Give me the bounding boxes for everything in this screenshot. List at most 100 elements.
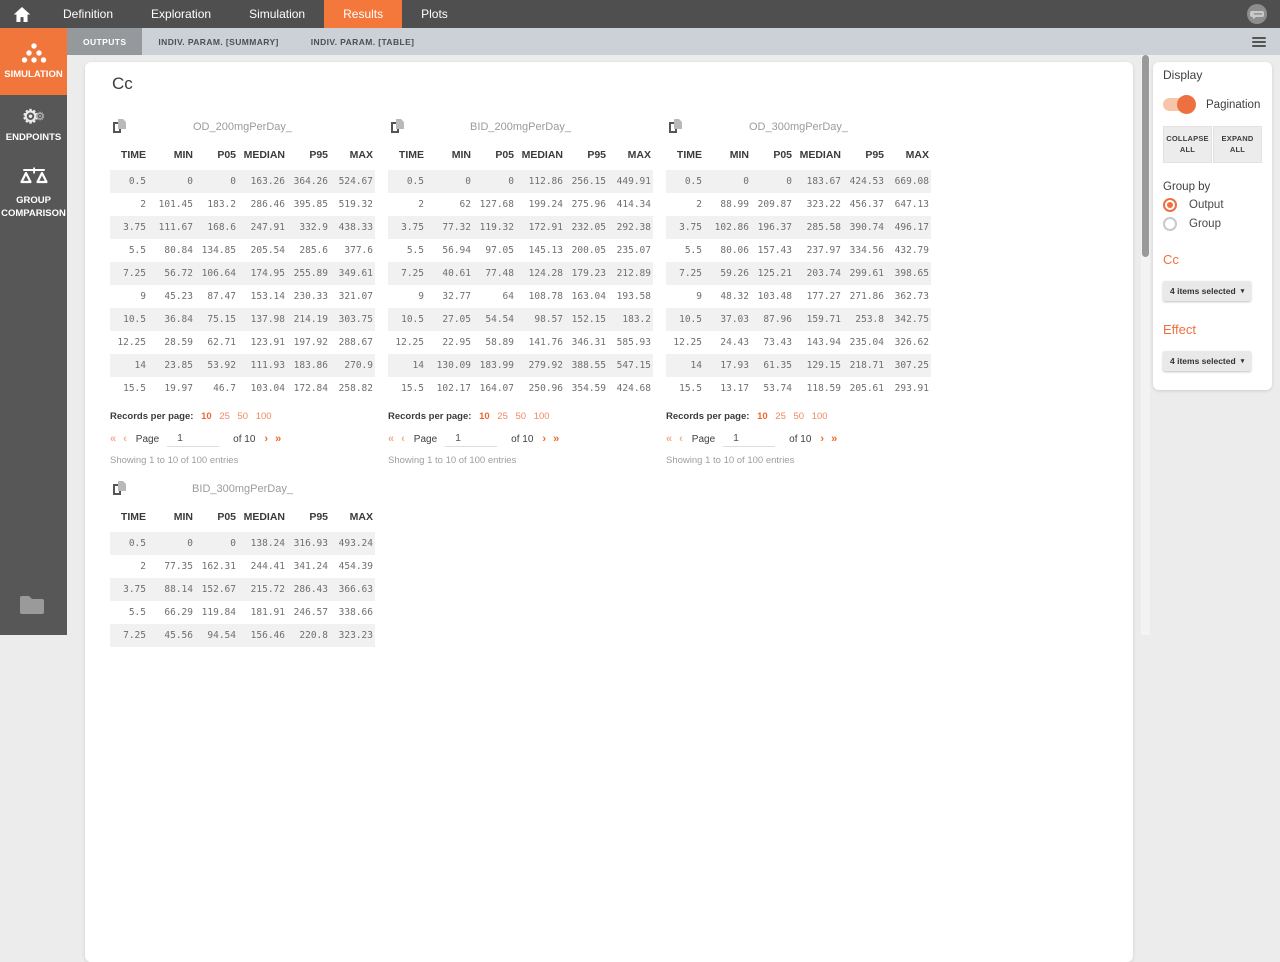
expand-all-button[interactable]: EXPAND ALL: [1213, 126, 1262, 163]
table-cell: 45.23: [148, 285, 195, 308]
page-number-input[interactable]: [167, 431, 219, 447]
records-option-25[interactable]: 25: [775, 411, 786, 422]
last-page-icon[interactable]: »: [553, 434, 559, 445]
records-option-10[interactable]: 10: [201, 411, 212, 422]
copy-table-icon[interactable]: [390, 118, 405, 139]
effect-items-dropdown[interactable]: 4 items selected ▾: [1163, 351, 1251, 371]
table-cell: 53.74: [751, 377, 794, 400]
tab-indiv-param-summary[interactable]: INDIV. PARAM. [SUMMARY]: [142, 28, 294, 55]
group-by-group-radio[interactable]: Group: [1163, 217, 1262, 231]
table-row: 15.513.1753.74118.59205.61293.91: [666, 377, 931, 400]
copy-table-icon[interactable]: [112, 480, 127, 501]
records-option-25[interactable]: 25: [219, 411, 230, 422]
group-by-output-radio[interactable]: Output: [1163, 198, 1262, 212]
sidebar-item-label: GROUP COMPARISON: [1, 195, 66, 221]
nav-item-plots[interactable]: Plots: [402, 0, 467, 28]
records-option-50[interactable]: 50: [516, 411, 527, 422]
sidebar-item-simulation[interactable]: SIMULATION: [0, 28, 67, 95]
next-page-icon[interactable]: ›: [820, 434, 824, 445]
table-row: 5.580.84134.85205.54285.6377.6: [110, 239, 375, 262]
outputs-card: Cc OD_200mgPerDay_ TIMEMINP05MEDIANP95MA…: [85, 62, 1133, 962]
table-cell: 58.89: [473, 331, 516, 354]
column-header: MAX: [886, 149, 931, 170]
table-cell: 377.6: [330, 239, 375, 262]
nav-item-simulation[interactable]: Simulation: [230, 0, 324, 28]
table-cell: 14: [388, 354, 426, 377]
project-folder-button[interactable]: [18, 594, 46, 621]
table-cell: 22.95: [426, 331, 473, 354]
column-header: P95: [843, 149, 886, 170]
prev-page-icon[interactable]: ‹: [123, 434, 127, 445]
records-option-100[interactable]: 100: [534, 411, 550, 422]
table-cell: 299.61: [843, 262, 886, 285]
sidebar-item-group-comparison[interactable]: GROUP COMPARISON: [0, 157, 67, 229]
table-cell: 235.07: [608, 239, 653, 262]
next-page-icon[interactable]: ›: [542, 434, 546, 445]
copy-table-icon[interactable]: [668, 118, 683, 139]
tab-outputs[interactable]: OUTPUTS: [67, 28, 142, 55]
table-cell: 106.64: [195, 262, 238, 285]
table-cell: 326.62: [886, 331, 931, 354]
last-page-icon[interactable]: »: [275, 434, 281, 445]
prev-page-icon[interactable]: ‹: [401, 434, 405, 445]
sidebar-item-endpoints[interactable]: ⚙⚙ ENDPOINTS: [0, 95, 67, 157]
table-row: 7.2556.72106.64174.95255.89349.61: [110, 262, 375, 285]
records-option-25[interactable]: 25: [497, 411, 508, 422]
table-cell: 183.2: [195, 193, 238, 216]
table-cell: 102.86: [704, 216, 751, 239]
table-pagination: Records per page: 10 25 50 100 « ‹ Page …: [666, 411, 931, 466]
scrollbar-thumb[interactable]: [1142, 55, 1149, 257]
records-option-50[interactable]: 50: [794, 411, 805, 422]
table-cell: 0: [704, 170, 751, 193]
column-header: MAX: [330, 511, 375, 532]
table-cell: 183.67: [794, 170, 843, 193]
last-page-icon[interactable]: »: [831, 434, 837, 445]
radio-selected-icon: [1163, 198, 1177, 212]
first-page-icon[interactable]: «: [388, 434, 394, 445]
table-cell: 366.63: [330, 578, 375, 601]
page-label: Page: [414, 434, 437, 445]
home-button[interactable]: [0, 0, 44, 28]
vertical-scrollbar[interactable]: [1141, 55, 1150, 635]
table-cell: 258.82: [330, 377, 375, 400]
table-cell: 118.59: [794, 377, 843, 400]
table-cell: 17.93: [704, 354, 751, 377]
table-cell: 64: [473, 285, 516, 308]
copy-table-icon[interactable]: [112, 118, 127, 139]
table-cell: 119.32: [473, 216, 516, 239]
next-page-icon[interactable]: ›: [264, 434, 268, 445]
tab-indiv-param-table[interactable]: INDIV. PARAM. [TABLE]: [295, 28, 431, 55]
output-table-block: BID_300mgPerDay_ TIMEMINP05MEDIANP95MAX0…: [110, 480, 375, 647]
records-option-100[interactable]: 100: [256, 411, 272, 422]
page-number-input[interactable]: [723, 431, 775, 447]
first-page-icon[interactable]: «: [666, 434, 672, 445]
pagination-toggle[interactable]: [1163, 98, 1193, 111]
table-cell: 247.91: [238, 216, 287, 239]
table-cell: 432.79: [886, 239, 931, 262]
records-option-10[interactable]: 10: [757, 411, 768, 422]
table-row: 3.75111.67168.6247.91332.9438.33: [110, 216, 375, 239]
menu-icon[interactable]: [1252, 35, 1266, 49]
table-cell: 127.68: [473, 193, 516, 216]
table-cell: 0: [426, 170, 473, 193]
records-option-100[interactable]: 100: [812, 411, 828, 422]
table-cell: 286.46: [238, 193, 287, 216]
chat-icon[interactable]: [1246, 3, 1268, 25]
table-cell: 7.25: [110, 624, 148, 647]
home-icon: [13, 6, 31, 23]
cc-items-dropdown[interactable]: 4 items selected ▾: [1163, 281, 1251, 301]
column-header: MEDIAN: [516, 149, 565, 170]
table-cell: 332.9: [287, 216, 330, 239]
nav-item-results[interactable]: Results: [324, 0, 402, 28]
table-cell: 32.77: [426, 285, 473, 308]
records-option-10[interactable]: 10: [479, 411, 490, 422]
table-cell: 288.67: [330, 331, 375, 354]
nav-item-definition[interactable]: Definition: [44, 0, 132, 28]
records-option-50[interactable]: 50: [238, 411, 249, 422]
prev-page-icon[interactable]: ‹: [679, 434, 683, 445]
nav-item-exploration[interactable]: Exploration: [132, 0, 230, 28]
table-cell: 27.05: [426, 308, 473, 331]
page-number-input[interactable]: [445, 431, 497, 447]
first-page-icon[interactable]: «: [110, 434, 116, 445]
collapse-all-button[interactable]: COLLAPSE ALL: [1163, 126, 1212, 163]
